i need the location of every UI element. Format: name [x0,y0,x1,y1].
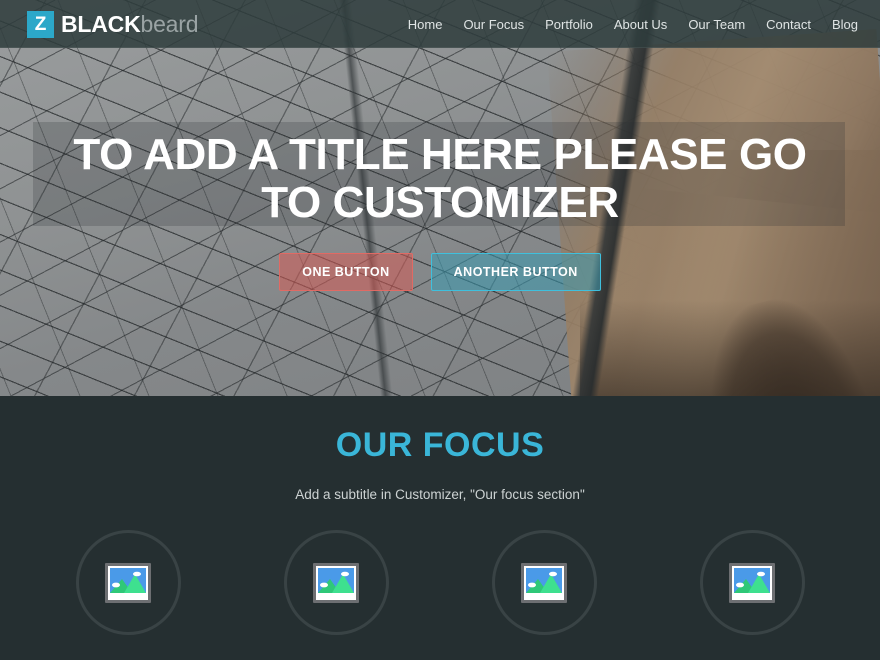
nav-item-contact[interactable]: Contact [766,17,811,32]
nav-item-our-focus[interactable]: Our Focus [463,17,524,32]
nav-item-about-us[interactable]: About Us [614,17,667,32]
logo-text-light: beard [140,10,199,37]
nav-item-blog[interactable]: Blog [832,17,858,32]
hero-title: To add a title here please go to customi… [73,130,807,227]
logo-mark-icon: Z [27,10,54,38]
focus-item-4[interactable] [699,530,805,635]
nav-item-our-team[interactable]: Our Team [688,17,745,32]
focus-item-2[interactable] [283,530,389,635]
our-focus-section: Our Focus Add a subtitle in Customizer, … [0,396,880,660]
page-root: To add a title here please go to customi… [0,0,880,660]
image-placeholder-icon [313,562,359,603]
site-logo[interactable]: Z BLACK beard [27,10,199,38]
image-placeholder-icon [521,562,567,603]
another-button[interactable]: Another Button [430,253,601,291]
image-placeholder-icon [105,562,151,603]
primary-navigation: Home Our Focus Portfolio About Us Our Te… [408,17,858,32]
hero-section: To add a title here please go to customi… [0,0,880,396]
site-header: Z BLACK beard Home Our Focus Portfolio A… [0,0,880,48]
hero-button-group: One Button Another Button [279,253,601,291]
our-focus-title: Our Focus [335,426,545,464]
nav-item-portfolio[interactable]: Portfolio [545,17,593,32]
image-placeholder-icon [729,562,775,603]
our-focus-subtitle: Add a subtitle in Customizer, "Our focus… [295,487,585,502]
focus-item-1[interactable] [75,530,181,635]
one-button[interactable]: One Button [279,253,413,291]
hero-content: To add a title here please go to customi… [0,0,880,396]
our-focus-items [0,530,880,635]
focus-item-3[interactable] [491,530,597,635]
nav-item-home[interactable]: Home [408,17,443,32]
logo-text-strong: BLACK [61,10,141,37]
